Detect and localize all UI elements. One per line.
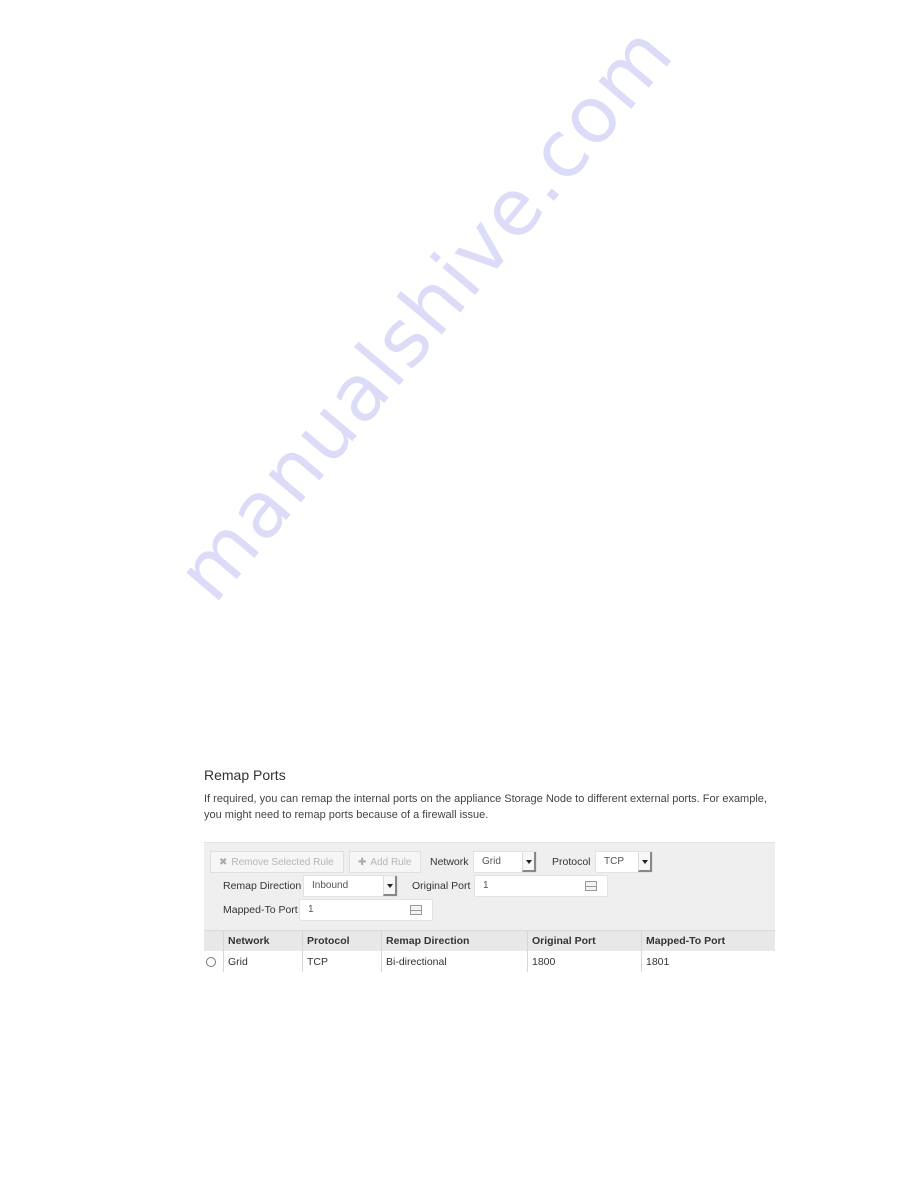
row-radio-button[interactable]: [206, 956, 216, 967]
column-mapped-to-port[interactable]: Mapped-To Port: [641, 930, 775, 951]
chevron-down-icon: [638, 852, 652, 872]
chevron-down-icon: [383, 876, 397, 896]
watermark: manualshive.com: [160, 8, 692, 618]
column-protocol[interactable]: Protocol: [302, 930, 382, 951]
plus-icon: ✚: [358, 857, 367, 868]
network-select[interactable]: Grid: [473, 851, 537, 873]
remove-selected-rule-button[interactable]: ✖ Remove Selected Rule: [210, 851, 344, 873]
add-rule-button[interactable]: ✚ Add Rule: [349, 851, 421, 873]
column-original-port[interactable]: Original Port: [527, 930, 642, 951]
section-title: Remap Ports: [204, 767, 286, 783]
add-rule-label: Add Rule: [370, 857, 412, 868]
mapped-to-port-value: 1: [308, 904, 314, 915]
original-port-value: 1: [483, 880, 489, 891]
spinner-icon[interactable]: [585, 881, 597, 891]
remap-direction-select-value: Inbound: [312, 880, 349, 891]
remap-direction-select[interactable]: Inbound: [303, 875, 398, 897]
row-select-cell[interactable]: [204, 951, 224, 972]
network-select-value: Grid: [482, 856, 501, 867]
remove-selected-rule-label: Remove Selected Rule: [231, 857, 334, 868]
remap-ports-section: Remap Ports If required, you can remap t…: [204, 765, 779, 823]
protocol-select-value: TCP: [604, 856, 624, 867]
cell-mapped-to-port: 1801: [641, 951, 775, 972]
protocol-select[interactable]: TCP: [595, 851, 653, 873]
column-network[interactable]: Network: [223, 930, 303, 951]
remap-rules-table: Network Protocol Remap Direction Origina…: [204, 930, 775, 972]
mapped-to-port-label: Mapped-To Port: [223, 904, 298, 916]
chevron-down-icon: [522, 852, 536, 872]
original-port-label: Original Port: [412, 880, 471, 892]
table-row[interactable]: Grid TCP Bi-directional 1800 1801: [204, 951, 775, 972]
x-icon: ✖: [219, 857, 228, 868]
column-remap-direction[interactable]: Remap Direction: [381, 930, 528, 951]
table-header-row: Network Protocol Remap Direction Origina…: [204, 930, 775, 951]
mapped-to-port-input[interactable]: 1: [299, 899, 433, 921]
cell-original-port: 1800: [527, 951, 642, 972]
cell-remap-direction: Bi-directional: [381, 951, 528, 972]
original-port-input[interactable]: 1: [474, 875, 608, 897]
cell-protocol: TCP: [302, 951, 382, 972]
network-label: Network: [430, 856, 469, 868]
spinner-icon[interactable]: [410, 905, 422, 915]
remap-direction-label: Remap Direction: [223, 880, 302, 892]
remap-toolbar: ✖ Remove Selected Rule ✚ Add Rule Network …: [204, 842, 775, 931]
protocol-label: Protocol: [552, 856, 591, 868]
column-select: [204, 930, 224, 951]
section-description: If required, you can remap the internal …: [204, 793, 767, 821]
cell-network: Grid: [223, 951, 303, 972]
